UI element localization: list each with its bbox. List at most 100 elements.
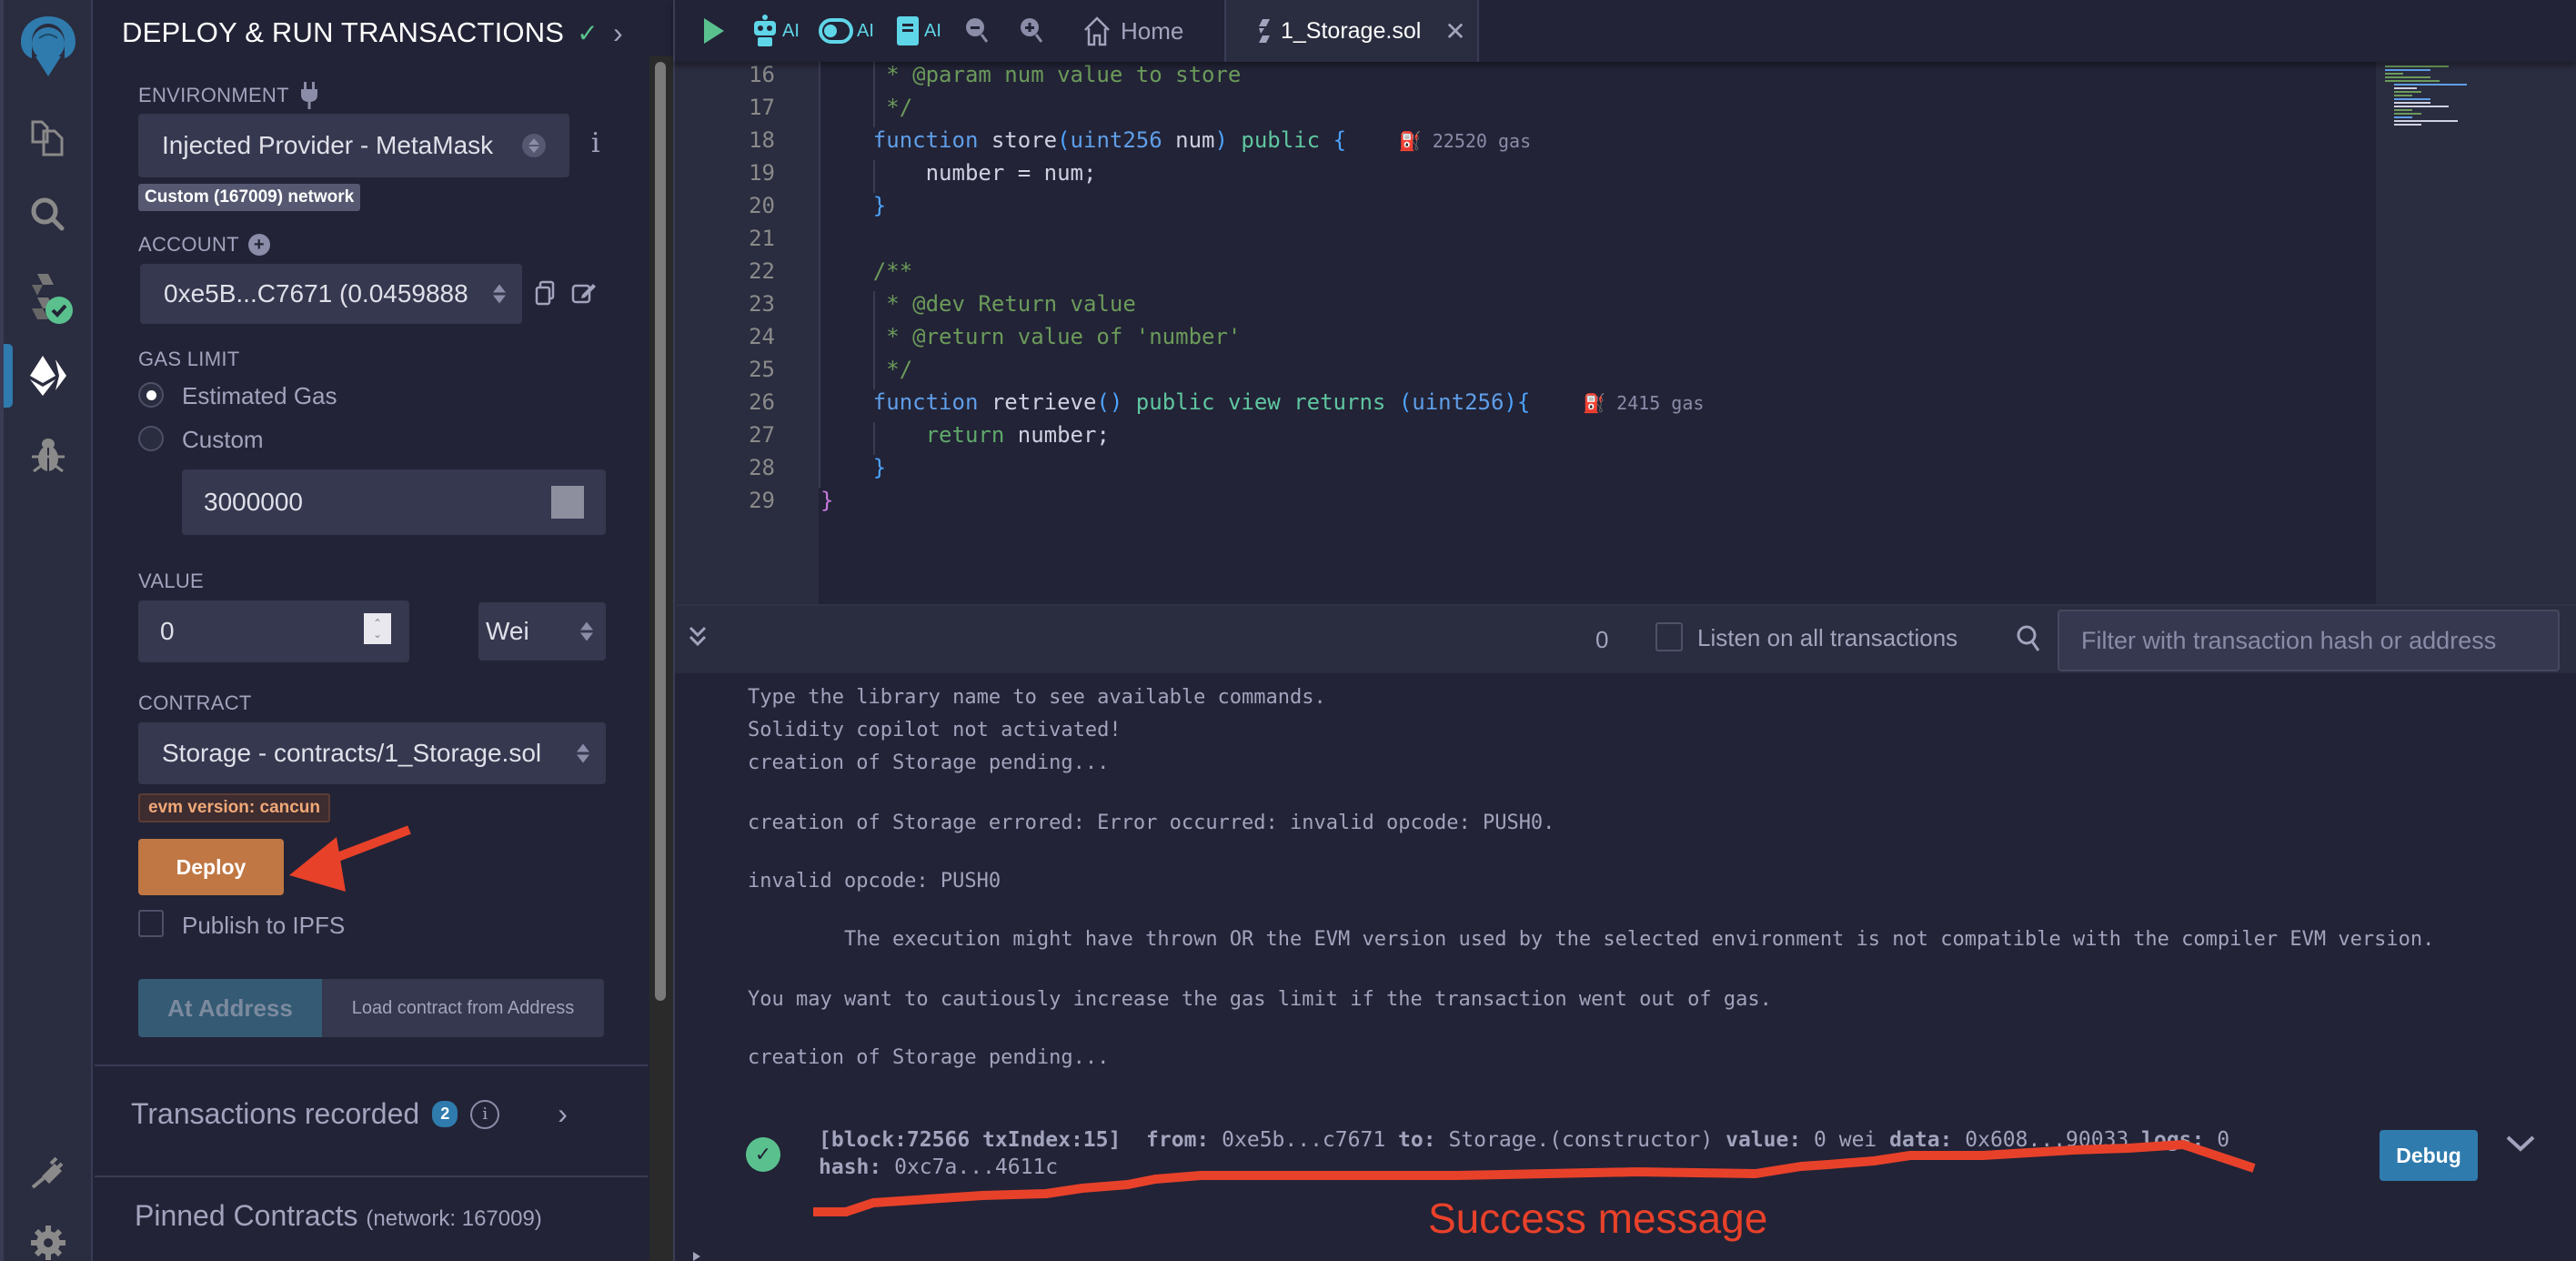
terminal-output: Type the library name to see available c…: [673, 673, 2576, 1261]
gas-limit-value: 3000000: [204, 488, 304, 516]
code-line[interactable]: }: [820, 488, 833, 513]
tab-file-storage[interactable]: 1_Storage.sol ✕: [1224, 0, 1479, 62]
line-number: 26: [749, 389, 775, 415]
home-icon: [1084, 16, 1110, 46]
edit-icon[interactable]: [571, 280, 597, 306]
chevron-down-icon[interactable]: [2505, 1134, 2536, 1158]
load-address-input[interactable]: Load contract from Address: [322, 979, 604, 1037]
gas-limit-input[interactable]: 3000000: [182, 469, 606, 535]
line-number: 16: [749, 62, 775, 87]
ai-label: AI: [857, 20, 874, 41]
indent-guide: [873, 291, 875, 389]
deploy-run-icon[interactable]: [4, 344, 93, 408]
log-line: Solidity copilot not activated!: [748, 719, 1122, 741]
ai-docs-button[interactable]: AI: [895, 13, 941, 49]
select-arrows-icon: [577, 743, 589, 763]
run-play-icon[interactable]: [702, 13, 726, 49]
copy-icon[interactable]: [535, 280, 555, 308]
spinner-icon[interactable]: [551, 486, 584, 519]
tx-hash: 0xc7a...4611c: [894, 1155, 1059, 1179]
search-icon[interactable]: [4, 187, 93, 242]
tx-to-label: to:: [1398, 1128, 1436, 1152]
search-icon[interactable]: [2016, 624, 2041, 658]
value-spinner-icon[interactable]: ⌃ ⌄: [364, 613, 391, 644]
ai-robot-button[interactable]: AI: [751, 13, 800, 49]
tx-summary[interactable]: [block:72566 txIndex:15] from: 0xe5b...c…: [819, 1128, 2229, 1152]
code-line[interactable]: * @param num value to store: [820, 62, 1241, 87]
deploy-button[interactable]: Deploy: [138, 839, 284, 895]
estimated-gas-radio[interactable]: [138, 382, 164, 408]
indent-guide: [873, 62, 875, 127]
value-input[interactable]: 0 ⌃ ⌄: [138, 600, 409, 662]
custom-gas-radio[interactable]: [138, 426, 164, 451]
code-line[interactable]: return number;: [820, 422, 1110, 448]
contract-value: Storage - contracts/1_Storage.sol: [162, 739, 542, 767]
close-tab-icon[interactable]: ✕: [1444, 16, 1465, 46]
code-line[interactable]: function retrieve() public view returns …: [820, 389, 1705, 415]
divider: [95, 1175, 648, 1177]
tab-home-label: Home: [1121, 16, 1184, 45]
unit-value: Wei: [486, 617, 529, 645]
value-label: VALUE: [138, 570, 205, 592]
account-select[interactable]: 0xe5B...C7671 (0.0459888: [140, 264, 522, 324]
panel-scrollbar-thumb[interactable]: [655, 62, 666, 1001]
chevron-right-icon[interactable]: ›: [558, 1097, 568, 1131]
listen-all-checkbox[interactable]: [1655, 622, 1683, 651]
transactions-recorded-header[interactable]: Transactions recorded 2 i ›: [131, 1097, 568, 1131]
environment-select[interactable]: Injected Provider - MetaMask: [138, 114, 569, 177]
debug-button[interactable]: Debug: [2380, 1130, 2478, 1181]
settings-gear-icon[interactable]: [4, 1225, 93, 1261]
tab-home[interactable]: Home: [1082, 13, 1183, 49]
transaction-filter-input[interactable]: [2058, 610, 2560, 671]
log-line: The execution might have thrown OR the E…: [748, 928, 2435, 951]
code-line[interactable]: * @dev Return value: [820, 291, 1136, 317]
tx-from: 0xe5b...c7671: [1222, 1128, 1386, 1152]
contract-select[interactable]: Storage - contracts/1_Storage.sol: [138, 722, 606, 784]
line-number: 27: [749, 422, 775, 448]
info-icon[interactable]: i: [591, 127, 600, 159]
zoom-in-icon[interactable]: [1019, 13, 1044, 49]
tab-file-label: 1_Storage.sol: [1281, 17, 1422, 44]
panel-title-text: DEPLOY & RUN TRANSACTIONS: [122, 16, 565, 48]
line-number: 22: [749, 258, 775, 284]
pinned-network: (network: 167009): [366, 1206, 542, 1231]
debugger-icon[interactable]: [4, 428, 93, 482]
tx-from-label: from:: [1146, 1128, 1210, 1152]
minimap[interactable]: [2376, 62, 2576, 604]
log-line: You may want to cautiously increase the …: [748, 988, 1772, 1011]
code-line[interactable]: * @return value of 'number': [820, 324, 1241, 349]
minimap-line: [2394, 102, 2430, 104]
terminal-toolbar: 0 Listen on all transactions: [673, 604, 2576, 673]
pinned-contracts-header[interactable]: Pinned Contracts (network: 167009): [135, 1199, 542, 1233]
collapse-terminal-icon[interactable]: [688, 624, 708, 656]
at-address-button[interactable]: At Address: [138, 979, 322, 1037]
tx-logs: 0: [2217, 1128, 2230, 1152]
solidity-compiler-icon[interactable]: [4, 267, 93, 331]
solidity-file-icon: [1259, 19, 1270, 43]
chevron-right-icon[interactable]: ›: [613, 16, 623, 50]
code-line[interactable]: /**: [820, 258, 912, 284]
code-line[interactable]: number = num;: [820, 160, 1097, 186]
code-line[interactable]: }: [820, 193, 886, 218]
code-line[interactable]: */: [820, 95, 912, 120]
zoom-out-icon[interactable]: [964, 13, 990, 49]
ai-toggle-button[interactable]: AI: [819, 13, 874, 49]
add-account-icon[interactable]: +: [247, 234, 270, 256]
file-explorer-icon[interactable]: [4, 109, 93, 164]
tx-data-label: data:: [1889, 1128, 1953, 1152]
unit-select[interactable]: Wei: [478, 602, 606, 661]
tx-hash-label: hash:: [819, 1155, 882, 1179]
plugin-manager-icon[interactable]: [4, 1143, 93, 1197]
code-line[interactable]: function store(uint256 num) public { ⛽ 2…: [820, 127, 1531, 153]
code-line[interactable]: */: [820, 357, 912, 382]
remix-logo-icon[interactable]: [4, 13, 93, 78]
account-label-text: ACCOUNT: [138, 233, 239, 256]
publish-ipfs-checkbox[interactable]: [138, 910, 164, 937]
code-editor[interactable]: 16 17 18 19 20 21 22 23 24 25 26 27 28 29 * @param nu…: [673, 62, 2576, 604]
prompt-caret-icon: [693, 1252, 700, 1261]
minimap-line: [2385, 69, 2430, 71]
success-message-annotation: Success message: [1428, 1195, 1768, 1242]
code-line[interactable]: }: [820, 455, 886, 480]
ai-label: AI: [782, 20, 800, 41]
info-icon[interactable]: i: [470, 1099, 500, 1129]
